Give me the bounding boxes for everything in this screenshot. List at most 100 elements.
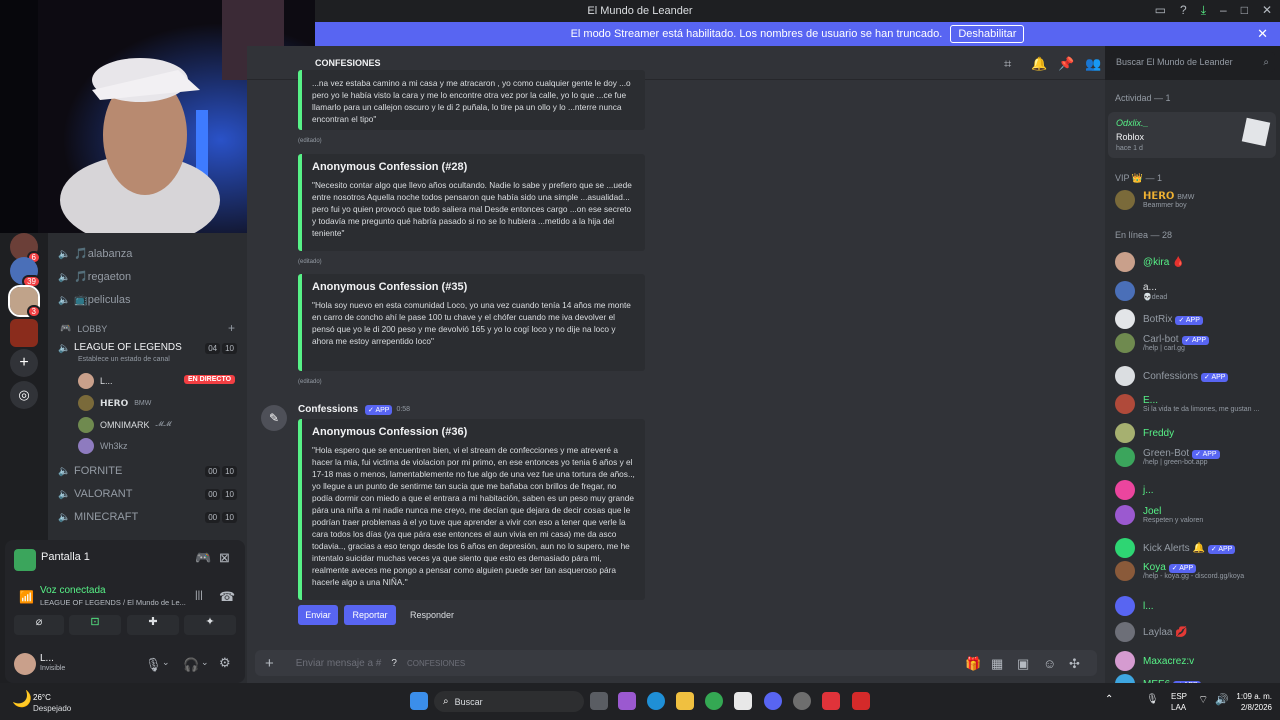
pin-icon[interactable]: 📌	[1058, 56, 1074, 72]
disconnect-icon[interactable]: ☎	[219, 589, 235, 605]
author-name[interactable]: Confessions	[298, 404, 358, 415]
member-item[interactable]: Laylaa 💋	[1115, 622, 1188, 642]
edge-icon[interactable]	[647, 692, 665, 710]
file-explorer-icon[interactable]	[676, 692, 694, 710]
clock-date[interactable]: 2/8/2026	[1228, 703, 1272, 712]
voice-channel[interactable]: 🔈 🎵alabanza	[58, 247, 132, 260]
task-view-icon[interactable]	[590, 692, 608, 710]
voice-channel[interactable]: 🔈 FORNITE	[58, 465, 122, 477]
camera-off-button[interactable]: ⌀	[14, 615, 64, 635]
clock-time[interactable]: 1:09 a. m.	[1228, 692, 1272, 701]
voice-user[interactable]: Wh3kz	[78, 438, 128, 454]
apps-icon[interactable]: ✣	[1069, 656, 1080, 672]
tray-chevron-icon[interactable]: ⌃	[1105, 694, 1113, 705]
member-item[interactable]: j...	[1115, 480, 1154, 500]
windows-start-icon[interactable]	[410, 692, 428, 710]
voice-channel[interactable]: 🔈 VALORANT	[58, 488, 132, 500]
voice-channel[interactable]: 🔈 📺peliculas	[58, 293, 131, 306]
streamlabs-icon[interactable]	[852, 692, 870, 710]
chevron-down-icon[interactable]: ⌄	[162, 657, 170, 668]
bell-icon[interactable]: 🔔	[1031, 56, 1047, 72]
search-input[interactable]: Buscar El Mundo de Leander ⌕	[1111, 52, 1275, 72]
send-button[interactable]: Enviar	[298, 605, 338, 625]
voice-channel[interactable]: 🔈 🎵regaeton	[58, 270, 131, 283]
member-item[interactable]: 𝗛𝗘𝗥𝗢 BMW Beammer boy	[1115, 190, 1194, 210]
member-item[interactable]: a... 💀dead	[1115, 281, 1167, 301]
sticker-icon[interactable]: ▣	[1017, 656, 1029, 672]
obs-icon[interactable]	[793, 692, 811, 710]
lang-2[interactable]: LAA	[1171, 703, 1186, 712]
member-item[interactable]: Kick Alerts 🔔 ✓ APP	[1115, 538, 1236, 558]
author-avatar[interactable]: ✎	[261, 405, 287, 431]
game-controller-icon[interactable]: 🎮	[195, 550, 211, 566]
discover-icon[interactable]: ◎	[10, 381, 38, 409]
voice-user[interactable]: 𝗛𝗘𝗥𝗢 BMW	[78, 395, 151, 411]
settings-gear-icon[interactable]: ⚙	[219, 655, 231, 671]
message-composer[interactable]: + Enviar mensaje a # ? CONFESIONES 🎁 ▦ ▣…	[255, 650, 1097, 676]
member-item[interactable]: @kira 🩸	[1115, 252, 1185, 272]
gift-icon[interactable]: 🎁	[965, 656, 981, 672]
server-icon[interactable]	[10, 319, 38, 347]
signal-icon[interactable]: 📶	[19, 590, 34, 604]
activity-card[interactable]: Odxlix._ Roblox hace 1 d	[1108, 112, 1276, 158]
category-lobby[interactable]: 🎮 LOBBY	[60, 323, 107, 334]
user-name[interactable]: L...	[40, 653, 54, 664]
member-item[interactable]: E... Si la vida te da limones, me gustan …	[1115, 394, 1259, 414]
voice-user[interactable]: L...	[78, 373, 113, 389]
add-server-icon[interactable]: +	[10, 349, 38, 377]
member-item[interactable]: Freddy	[1115, 423, 1174, 443]
maximize-icon[interactable]: □	[1241, 3, 1248, 18]
download-icon[interactable]: ⤓	[1201, 3, 1206, 18]
wifi-icon[interactable]: ⌔	[1198, 693, 1208, 707]
plus-icon[interactable]: +	[265, 655, 274, 672]
close-window-icon[interactable]: ✕	[1262, 3, 1272, 18]
noise-suppression-icon[interactable]: |||	[195, 590, 203, 601]
report-button[interactable]: Reportar	[344, 605, 396, 625]
voice-channel[interactable]: 🔈 MINECRAFT	[58, 511, 138, 523]
capcut-icon[interactable]	[734, 692, 752, 710]
copilot-icon[interactable]	[618, 692, 636, 710]
member-item[interactable]: Carl-bot ✓ APP/help | carl.gg	[1115, 333, 1210, 353]
taskbar-search[interactable]: ⌕ Buscar	[434, 691, 584, 712]
disable-streamer-button[interactable]: Deshabilitar	[950, 25, 1025, 43]
voice-channel-active[interactable]: 🔈 LEAGUE OF LEGENDS	[58, 342, 182, 354]
chrome-icon[interactable]	[705, 692, 723, 710]
inbox-icon[interactable]: ▭	[1155, 3, 1166, 18]
gif-icon[interactable]: ▦	[991, 656, 1003, 672]
emoji-icon[interactable]: ☺	[1043, 656, 1056, 671]
member-item[interactable]: l...	[1115, 596, 1154, 616]
screen-share-button[interactable]: ⊡	[69, 615, 121, 635]
help-icon[interactable]: ?	[1180, 3, 1187, 18]
member-item[interactable]: Joel Respeten y valoren	[1115, 505, 1203, 525]
channel-status[interactable]: Establece un estado de canal	[78, 356, 170, 363]
threads-icon[interactable]: ⌗	[1004, 56, 1011, 72]
add-channel-icon[interactable]: +	[228, 321, 235, 335]
reply-button[interactable]: Responder	[402, 605, 462, 625]
weather-moon-icon[interactable]: 🌙	[12, 689, 32, 709]
close-icon[interactable]: ✕	[1257, 26, 1268, 42]
voice-status[interactable]: Voz conectada	[40, 585, 106, 596]
voice-location[interactable]: LEAGUE OF LEGENDS / El Mundo de Le...	[40, 598, 186, 607]
microphone-icon[interactable]: 🎙	[145, 657, 162, 673]
stop-stream-icon[interactable]: ⊠	[219, 550, 230, 566]
minimize-icon[interactable]: –	[1220, 3, 1227, 18]
activities-button[interactable]: ✚	[127, 615, 179, 635]
weather-desc[interactable]: Despejado	[33, 704, 71, 713]
weather-temp[interactable]: 26°C	[33, 693, 51, 702]
member-item[interactable]: Confessions ✓ APP	[1115, 366, 1229, 386]
member-item[interactable]: BotRix ✓ APP	[1115, 309, 1203, 329]
soundboard-button[interactable]: ✦	[184, 615, 236, 635]
voice-user[interactable]: OMNIMARK 𝓜𝓜	[78, 417, 171, 433]
server-icon[interactable]: 39	[10, 257, 41, 288]
volume-icon[interactable]: 🔊	[1215, 693, 1229, 706]
server-icon-active[interactable]: 3	[8, 285, 41, 318]
member-item[interactable]: Koya ✓ APP/help - koya.gg - discord.gg/ko…	[1115, 561, 1244, 581]
user-avatar[interactable]	[14, 653, 36, 675]
member-list-icon[interactable]: 👥	[1085, 56, 1101, 72]
discord-icon[interactable]	[764, 692, 782, 710]
member-item[interactable]: Maxacrez:v	[1115, 651, 1194, 671]
chevron-down-icon[interactable]: ⌄	[201, 657, 209, 668]
composer-placeholder[interactable]: Enviar mensaje a #	[296, 658, 382, 669]
lang-1[interactable]: ESP	[1171, 692, 1187, 701]
headphones-icon[interactable]: 🎧	[183, 657, 199, 673]
